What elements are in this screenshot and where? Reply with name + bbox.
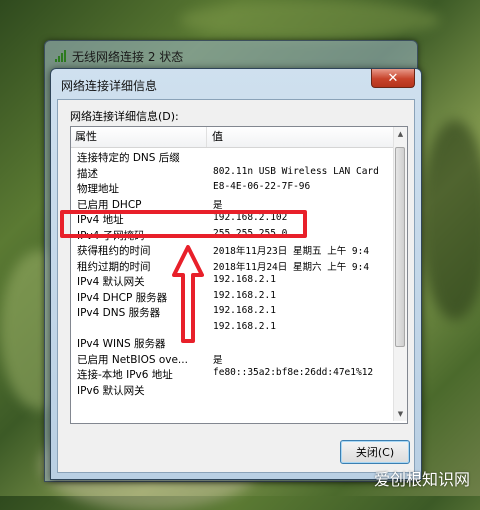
list-item[interactable]: 连接-本地 IPv6 地址 fe80::35a2:bf8e:26dd:47e1%1… — [71, 367, 393, 383]
wifi-signal-icon — [55, 50, 66, 62]
column-header-value[interactable]: 值 — [208, 127, 223, 147]
list-item[interactable]: IPv4 DNS 服务器 192.168.2.1 — [71, 305, 393, 321]
value-cell: 2018年11月24日 星期六 上午 9:4 — [213, 261, 370, 273]
details-list[interactable]: 属性 值 连接特定的 DNS 后缀 描述 802.11n USB Wireless … — [70, 126, 408, 424]
list-item[interactable]: IPv6 默认网关 — [71, 383, 393, 399]
close-icon: ✕ — [387, 70, 399, 86]
list-item[interactable]: 已启用 NetBIOS ove... 是 — [71, 352, 393, 368]
value-cell: 192.168.2.1 — [213, 274, 276, 285]
details-dialog: 网络连接详细信息 ✕ 网络连接详细信息(D): 属性 值 连接特定的 DNS 后… — [50, 68, 422, 480]
property-cell: 已启用 NetBIOS ove... — [77, 353, 188, 366]
value-cell: 2018年11月23日 星期五 上午 9:4 — [213, 246, 370, 257]
value-cell: 192.168.2.1 — [213, 289, 276, 301]
list-item[interactable]: 192.168.2.1 — [71, 321, 393, 337]
value-cell: 802.11n USB Wireless LAN Card — [213, 165, 379, 177]
property-cell: 连接特定的 DNS 后缀 — [77, 152, 180, 164]
watermark: 爱创根知识网 — [373, 470, 470, 489]
value-cell: fe80::35a2:bf8e:26dd:47e1%12 — [213, 367, 374, 378]
property-cell: 获得租约的时间 — [77, 245, 151, 257]
property-cell: IPv4 DNS 服务器 — [77, 307, 161, 319]
column-header-property[interactable]: 属性 — [71, 127, 207, 147]
value-cell: 是 — [213, 199, 223, 211]
dialog-body: 网络连接详细信息(D): 属性 值 连接特定的 DNS 后缀 描述 802.11n … — [57, 99, 415, 473]
status-window-title-bar: 无线网络连接 2 状态 — [55, 47, 183, 65]
property-cell: IPv6 默认网关 — [77, 384, 145, 397]
list-item[interactable]: IPv4 默认网关 192.168.2.1 — [71, 274, 393, 290]
property-cell: 描述 — [77, 167, 98, 180]
property-cell: 物理地址 — [77, 183, 119, 195]
property-cell: IPv4 DHCP 服务器 — [77, 291, 168, 304]
close-window-button[interactable]: ✕ — [371, 69, 415, 88]
status-window-title: 无线网络连接 2 状态 — [72, 49, 184, 64]
close-button[interactable]: 关闭(C) — [340, 440, 410, 464]
annotation-highlight-box — [60, 210, 307, 238]
value-cell: E8-4E-06-22-7F-96 — [213, 181, 311, 192]
value-cell: 是 — [213, 354, 223, 366]
background-foliage — [420, 120, 480, 320]
list-item[interactable]: 物理地址 E8-4E-06-22-7F-96 — [71, 181, 393, 197]
property-cell: 连接-本地 IPv6 地址 — [77, 369, 173, 381]
list-rows: 连接特定的 DNS 后缀 描述 802.11n USB Wireless LAN C… — [71, 150, 393, 398]
value-cell: 192.168.2.1 — [213, 320, 276, 332]
list-item[interactable]: 描述 802.11n USB Wireless LAN Card — [71, 166, 393, 182]
list-item[interactable]: 租约过期的时间 2018年11月24日 星期六 上午 9:4 — [71, 259, 393, 275]
list-item[interactable]: IPv4 DHCP 服务器 192.168.2.1 — [71, 290, 393, 306]
scroll-down-arrow-icon[interactable]: ▼ — [394, 407, 407, 421]
scrollbar-thumb[interactable] — [395, 147, 405, 347]
property-cell: IPv4 默认网关 — [77, 276, 145, 288]
list-item[interactable]: 获得租约的时间 2018年11月23日 星期五 上午 9:4 — [71, 243, 393, 259]
details-label: 网络连接详细信息(D): — [70, 110, 179, 123]
list-item[interactable]: 连接特定的 DNS 后缀 — [71, 150, 393, 166]
list-header: 属性 值 — [71, 127, 393, 148]
property-cell: 租约过期的时间 — [77, 260, 151, 273]
dialog-title: 网络连接详细信息 — [61, 79, 158, 93]
list-item[interactable]: IPv4 WINS 服务器 — [71, 336, 393, 352]
annotation-arrow-icon — [172, 245, 204, 343]
background-foliage — [180, 0, 440, 40]
vertical-scrollbar[interactable]: ▲ ▼ — [393, 127, 407, 421]
value-cell: 192.168.2.1 — [213, 305, 276, 316]
scroll-up-arrow-icon[interactable]: ▲ — [394, 127, 407, 141]
property-cell: IPv4 WINS 服务器 — [77, 338, 166, 350]
